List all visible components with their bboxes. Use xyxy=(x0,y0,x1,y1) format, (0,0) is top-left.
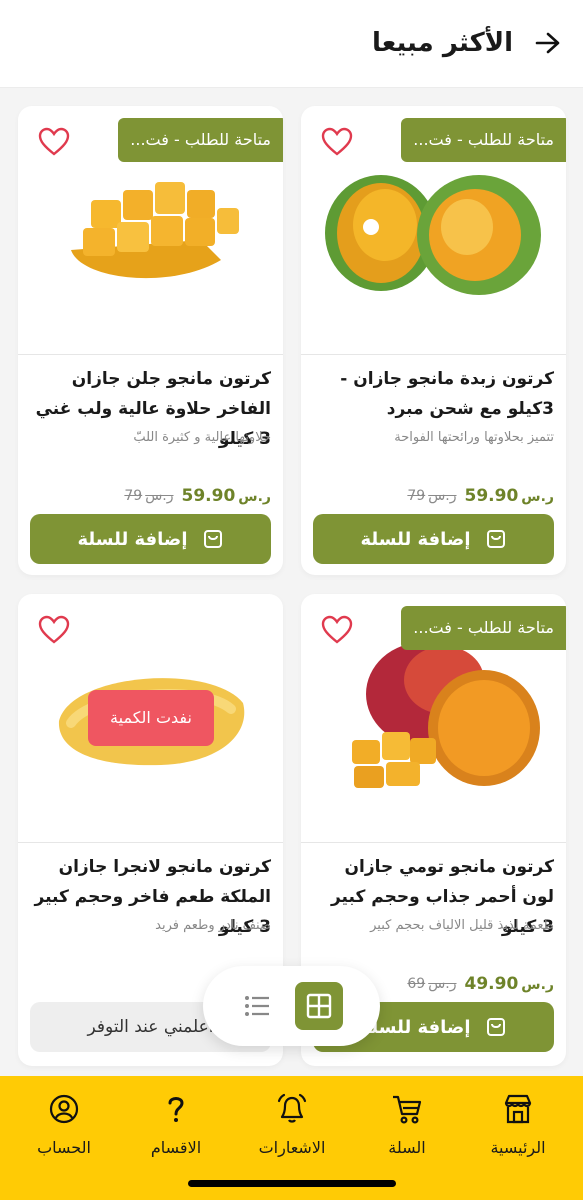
add-to-cart-button[interactable]: إضافة للسلة xyxy=(313,514,554,564)
add-to-cart-button[interactable]: إضافة للسلة xyxy=(30,514,271,564)
availability-badge: متاحة للطلب - فت... xyxy=(401,118,566,162)
availability-badge: متاحة للطلب - فت... xyxy=(401,606,566,650)
user-circle-icon xyxy=(47,1092,81,1126)
heart-icon xyxy=(38,615,70,644)
cart-icon xyxy=(390,1092,424,1126)
top-bar: الأكثر مبيعا xyxy=(0,0,583,88)
list-icon xyxy=(245,996,269,1016)
nav-label: الاقسام xyxy=(150,1138,202,1157)
old-price: ر.س79 xyxy=(407,488,457,504)
nav-item-home[interactable]: الرئيسية xyxy=(460,1092,576,1172)
availability-badge: متاحة للطلب - فت... xyxy=(118,118,283,162)
heart-icon xyxy=(38,127,70,156)
grid-icon xyxy=(306,993,332,1019)
grid-view-button[interactable] xyxy=(295,982,343,1030)
old-price: ر.س79 xyxy=(124,488,174,504)
current-price: ر.س59.90 xyxy=(181,486,271,506)
currency-icon: ر.س xyxy=(145,488,174,504)
product-card[interactable]: متاحة للطلب - فت... كرتون مانجو جلن جازا… xyxy=(18,106,283,575)
product-name[interactable]: كرتون زبدة مانجو جازان - 3كيلو مع شحن مب… xyxy=(314,364,554,424)
favorite-button[interactable] xyxy=(38,126,70,158)
question-icon xyxy=(159,1092,193,1126)
old-price: ر.س69 xyxy=(407,976,457,992)
product-description: تتميز بحلاوتها ورائحتها الفواحة xyxy=(394,430,554,445)
nav-label: الاشعارات xyxy=(258,1138,326,1157)
product-description: حلاوتها عالية و كثيرة اللبّ xyxy=(133,430,271,445)
currency-icon: ر.س xyxy=(521,489,554,505)
home-indicator xyxy=(188,1180,396,1187)
price-row: ر.س59.90 ر.س79 xyxy=(124,484,271,508)
nav-item-categories[interactable]: الاقسام xyxy=(118,1092,234,1172)
current-price: ر.س49.90 xyxy=(464,974,554,994)
view-toggle xyxy=(203,966,380,1046)
favorite-button[interactable] xyxy=(38,614,70,646)
price-row: ر.س59.90 ر.س79 xyxy=(407,484,554,508)
nav-label: الرئيسية xyxy=(490,1138,546,1157)
current-price: ر.س59.90 xyxy=(464,486,554,506)
product-description: صنف نادر وطعم فريد xyxy=(155,918,271,933)
currency-icon: ر.س xyxy=(238,489,271,505)
favorite-button[interactable] xyxy=(321,126,353,158)
nav-label: السلة xyxy=(388,1138,426,1157)
add-to-cart-label: إضافة للسلة xyxy=(360,528,471,550)
store-icon xyxy=(501,1092,535,1126)
divider xyxy=(18,842,283,843)
nav-label: الحساب xyxy=(37,1138,91,1157)
bell-icon xyxy=(275,1092,309,1126)
heart-icon xyxy=(321,615,353,644)
shopping-bag-icon xyxy=(486,1018,505,1036)
nav-item-account[interactable]: الحساب xyxy=(6,1092,122,1172)
add-to-cart-label: إضافة للسلة xyxy=(77,528,188,550)
list-view-button[interactable] xyxy=(241,990,273,1022)
arrow-right-icon xyxy=(535,32,560,54)
shopping-bag-icon xyxy=(203,530,222,548)
sold-out-badge: نفدت الكمية xyxy=(88,690,214,746)
product-description: طعمة لذيذ قليل الالياف بحجم كبير xyxy=(370,918,554,933)
favorite-button[interactable] xyxy=(321,614,353,646)
product-card[interactable]: متاحة للطلب - فت... كرتون زبدة مانجو جاز… xyxy=(301,106,566,575)
back-button[interactable] xyxy=(531,26,565,60)
nav-item-cart[interactable]: السلة xyxy=(349,1092,465,1172)
currency-icon: ر.س xyxy=(521,977,554,993)
divider xyxy=(301,842,566,843)
price-row: ر.س49.90 ر.س69 xyxy=(407,972,554,996)
currency-icon: ر.س xyxy=(428,488,457,504)
nav-item-notifications[interactable]: الاشعارات xyxy=(234,1092,350,1172)
heart-icon xyxy=(321,127,353,156)
divider xyxy=(18,354,283,355)
page-title: الأكثر مبيعا xyxy=(372,28,513,58)
currency-icon: ر.س xyxy=(428,976,457,992)
divider xyxy=(301,354,566,355)
shopping-bag-icon xyxy=(486,530,505,548)
